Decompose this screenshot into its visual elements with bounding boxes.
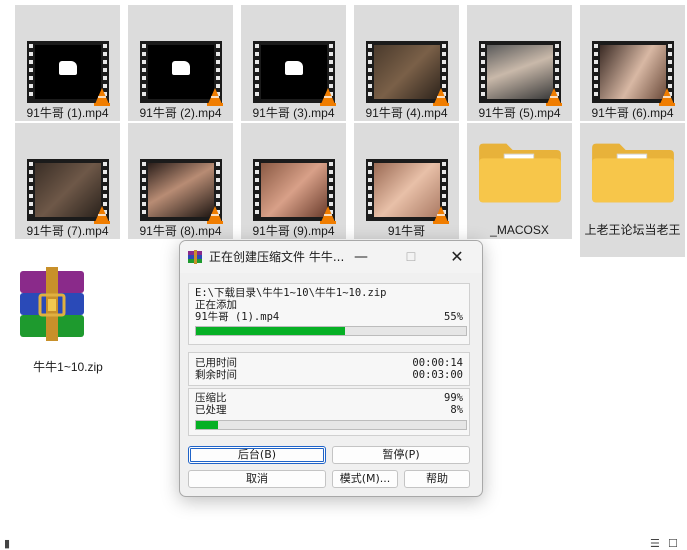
cancel-button[interactable]: 取消 bbox=[188, 470, 326, 488]
dialog-title: 正在创建压缩文件 牛牛... bbox=[209, 250, 345, 264]
folder-item-laowang[interactable]: 上老王论坛当老王 bbox=[580, 123, 685, 257]
zip-file-name: 牛牛1~10.zip bbox=[33, 360, 103, 374]
file-name: 91牛哥 (6).mp4 bbox=[591, 106, 674, 120]
file-item-1[interactable]: 91牛哥 (1).mp4 bbox=[15, 5, 120, 121]
vlc-cone-icon bbox=[320, 88, 336, 106]
file-item-4[interactable]: 91牛哥 (4).mp4 bbox=[354, 5, 459, 121]
winrar-archive-icon[interactable] bbox=[18, 265, 86, 343]
video-thumbnail bbox=[27, 159, 110, 224]
file-item-3[interactable]: 91牛哥 (3).mp4 bbox=[241, 5, 346, 121]
folder-icon bbox=[592, 143, 674, 203]
vlc-cone-icon bbox=[207, 88, 223, 106]
video-thumbnail bbox=[592, 41, 675, 106]
vlc-cone-icon bbox=[94, 206, 110, 224]
winrar-app-icon bbox=[188, 250, 202, 264]
file-percent: 55% bbox=[444, 311, 463, 323]
video-thumbnail bbox=[479, 41, 562, 106]
maximize-button[interactable]: ☐ bbox=[398, 247, 424, 267]
tiles-view-icon[interactable]: ☐ bbox=[668, 537, 678, 550]
vlc-cone-icon bbox=[546, 88, 562, 106]
dialog-titlebar[interactable]: 正在创建压缩文件 牛牛... — ☐ ✕ bbox=[180, 241, 482, 273]
cow-logo-icon bbox=[172, 61, 190, 75]
file-name: 91牛哥 (2).mp4 bbox=[139, 106, 222, 120]
current-file-name: 91牛哥 (1).mp4 bbox=[195, 311, 280, 323]
file-name: 91牛哥 (3).mp4 bbox=[252, 106, 335, 120]
close-button[interactable]: ✕ bbox=[444, 247, 470, 267]
background-button[interactable]: 后台(B) bbox=[188, 446, 326, 464]
remaining-label: 剩余时间 bbox=[195, 369, 237, 381]
video-thumbnail bbox=[27, 41, 110, 106]
compress-progress-dialog: 正在创建压缩文件 牛牛... — ☐ ✕ E:\下载目录\牛牛1~10\牛牛1~… bbox=[179, 240, 483, 497]
stats-panel: 压缩比 99% 已处理 8% bbox=[188, 388, 470, 436]
elapsed-label: 已用时间 bbox=[195, 357, 237, 369]
file-item-9[interactable]: 91牛哥 (9).mp4 bbox=[241, 123, 346, 239]
video-thumbnail bbox=[140, 41, 223, 106]
help-button[interactable]: 帮助 bbox=[404, 470, 470, 488]
minimize-button[interactable]: — bbox=[348, 247, 374, 267]
folder-name: 上老王论坛当老王 bbox=[584, 223, 681, 237]
file-name: 91牛哥 (9).mp4 bbox=[252, 224, 335, 238]
cow-logo-icon bbox=[285, 61, 303, 75]
ratio-label: 压缩比 bbox=[195, 392, 227, 404]
file-item-6[interactable]: 91牛哥 (6).mp4 bbox=[580, 5, 685, 121]
file-name: 91牛哥 (5).mp4 bbox=[478, 106, 561, 120]
file-item-2[interactable]: 91牛哥 (2).mp4 bbox=[128, 5, 233, 121]
video-thumbnail bbox=[366, 159, 449, 224]
file-progress-bar bbox=[195, 326, 467, 336]
file-name: 91牛哥 (7).mp4 bbox=[26, 224, 109, 238]
total-progress-bar bbox=[195, 420, 467, 430]
processed-label: 已处理 bbox=[195, 404, 227, 416]
video-thumbnail bbox=[366, 41, 449, 106]
file-progress-fill bbox=[196, 327, 345, 335]
file-item-10[interactable]: 91牛哥 bbox=[354, 123, 459, 239]
file-item-8[interactable]: 91牛哥 (8).mp4 bbox=[128, 123, 233, 239]
file-name: 91牛哥 (8).mp4 bbox=[139, 224, 222, 238]
file-item-5[interactable]: 91牛哥 (5).mp4 bbox=[467, 5, 572, 121]
folder-item-macosx[interactable]: _MACOSX bbox=[467, 123, 572, 239]
vlc-cone-icon bbox=[433, 88, 449, 106]
processed-value: 8% bbox=[450, 404, 463, 416]
video-thumbnail bbox=[253, 159, 336, 224]
folder-name: _MACOSX bbox=[490, 223, 549, 237]
vlc-cone-icon bbox=[433, 206, 449, 224]
folder-icon bbox=[479, 143, 561, 203]
video-thumbnail bbox=[140, 159, 223, 224]
vlc-cone-icon bbox=[659, 88, 675, 106]
file-name: 91牛哥 bbox=[387, 224, 426, 238]
vlc-cone-icon bbox=[94, 88, 110, 106]
total-progress-fill bbox=[196, 421, 218, 429]
cow-logo-icon bbox=[59, 61, 77, 75]
file-item-7[interactable]: 91牛哥 (7).mp4 bbox=[15, 123, 120, 239]
current-file-panel: E:\下载目录\牛牛1~10\牛牛1~10.zip 正在添加 91牛哥 (1).… bbox=[188, 283, 470, 345]
mode-button[interactable]: 模式(M)... bbox=[332, 470, 398, 488]
time-panel: 已用时间 00:00:14 剩余时间 00:03:00 bbox=[188, 352, 470, 386]
file-name: 91牛哥 (4).mp4 bbox=[365, 106, 448, 120]
remaining-value: 00:03:00 bbox=[412, 369, 463, 381]
details-view-icon[interactable]: ☰ bbox=[650, 537, 660, 550]
video-thumbnail bbox=[253, 41, 336, 106]
vlc-cone-icon bbox=[207, 206, 223, 224]
pause-button[interactable]: 暂停(P) bbox=[332, 446, 470, 464]
status-bar-divider-icon: ▮ bbox=[4, 537, 11, 550]
vlc-cone-icon bbox=[320, 206, 336, 224]
file-name: 91牛哥 (1).mp4 bbox=[26, 106, 109, 120]
